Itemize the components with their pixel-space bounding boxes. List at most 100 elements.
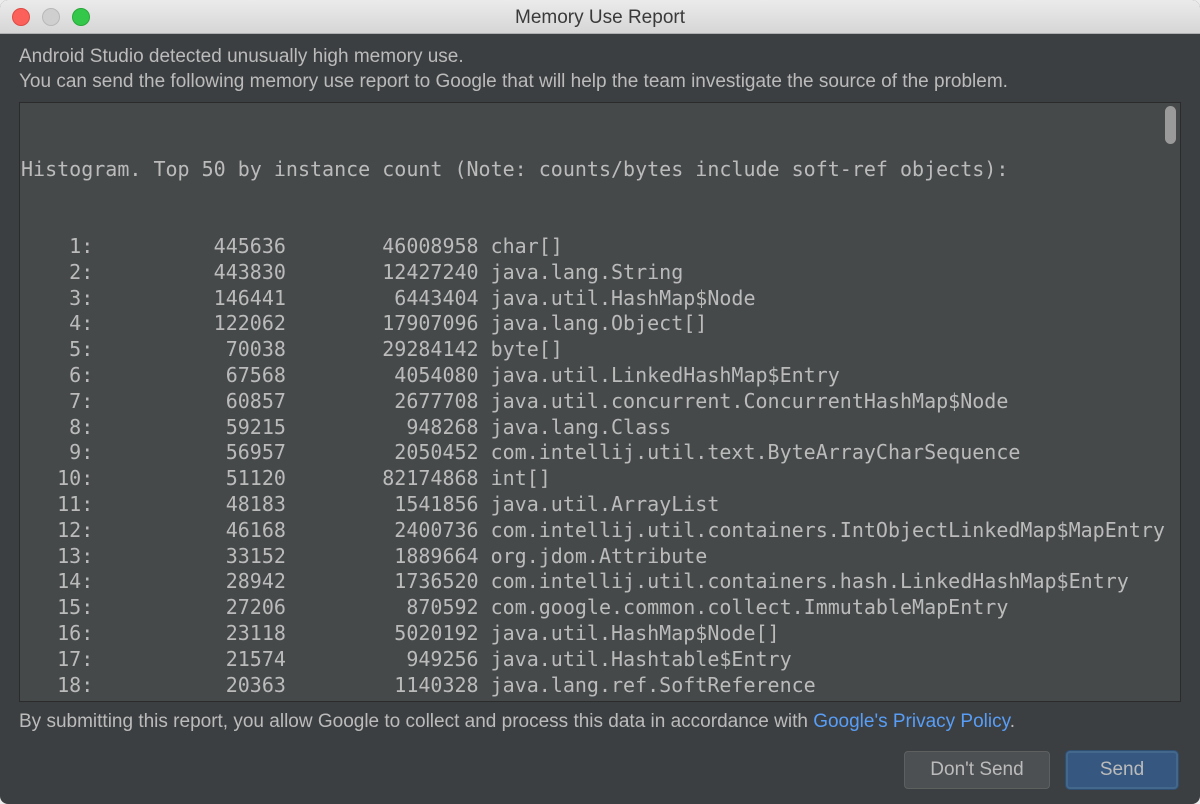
row-index: 17: (21, 647, 93, 671)
byte-count: 1541856 (286, 492, 479, 516)
byte-count: 17907096 (286, 311, 479, 335)
row-index: 6: (21, 363, 93, 387)
byte-count: 949256 (286, 647, 479, 671)
histogram-row: 10: 51120 82174868 int[] (21, 466, 1180, 492)
class-name: com.google.common.collect.ImmutableMapEn… (479, 595, 1009, 619)
histogram-row: 17: 21574 949256 java.util.Hashtable$Ent… (21, 647, 1180, 673)
histogram-row: 18: 20363 1140328 java.lang.ref.SoftRefe… (21, 673, 1180, 699)
class-name: int[] (479, 466, 551, 490)
window-title: Memory Use Report (0, 7, 1200, 29)
send-button[interactable]: Send (1066, 751, 1178, 789)
dont-send-button[interactable]: Don't Send (904, 751, 1050, 789)
class-name: org.jdom.Attribute (479, 544, 708, 568)
class-name: java.lang.ref.SoftReference (479, 673, 816, 697)
instance-count: 20323 (93, 698, 286, 702)
report-header: Histogram. Top 50 by instance count (Not… (21, 157, 1180, 183)
class-name: java.lang.Class[] (479, 698, 696, 702)
row-index: 9: (21, 440, 93, 464)
row-index: 16: (21, 621, 93, 645)
instance-count: 70038 (93, 337, 286, 361)
row-index: 2: (21, 260, 93, 284)
instance-count: 56957 (93, 440, 286, 464)
row-index: 7: (21, 389, 93, 413)
instance-count: 67568 (93, 363, 286, 387)
histogram-row: 11: 48183 1541856 java.util.ArrayList (21, 492, 1180, 518)
histogram-row: 15: 27206 870592 com.google.common.colle… (21, 595, 1180, 621)
report-content: Histogram. Top 50 by instance count (Not… (20, 103, 1180, 702)
class-name: java.util.HashMap$Node[] (479, 621, 780, 645)
byte-count: 578560 (286, 698, 479, 702)
byte-count: 870592 (286, 595, 479, 619)
class-name: java.util.Hashtable$Entry (479, 647, 792, 671)
instance-count: 59215 (93, 415, 286, 439)
byte-count: 948268 (286, 415, 479, 439)
byte-count: 2400736 (286, 518, 479, 542)
row-index: 14: (21, 569, 93, 593)
histogram-row: 6: 67568 4054080 java.util.LinkedHashMap… (21, 363, 1180, 389)
byte-count: 1736520 (286, 569, 479, 593)
row-index: 13: (21, 544, 93, 568)
byte-count: 46008958 (286, 234, 479, 258)
histogram-row: 8: 59215 948268 java.lang.Class (21, 415, 1180, 441)
row-index: 3: (21, 286, 93, 310)
title-bar: Memory Use Report (0, 0, 1200, 34)
class-name: com.intellij.util.containers.hash.Linked… (479, 569, 1129, 593)
instance-count: 23118 (93, 621, 286, 645)
histogram-row: 19: 20323 578560 java.lang.Class[] (21, 698, 1180, 702)
row-index: 15: (21, 595, 93, 619)
instance-count: 33152 (93, 544, 286, 568)
class-name: java.util.ArrayList (479, 492, 720, 516)
histogram-row: 13: 33152 1889664 org.jdom.Attribute (21, 544, 1180, 570)
class-name: com.intellij.util.containers.IntObjectLi… (479, 518, 1165, 542)
histogram-row: 16: 23118 5020192 java.util.HashMap$Node… (21, 621, 1180, 647)
byte-count: 1889664 (286, 544, 479, 568)
class-name: char[] (479, 234, 563, 258)
byte-count: 82174868 (286, 466, 479, 490)
row-index: 18: (21, 673, 93, 697)
byte-count: 6443404 (286, 286, 479, 310)
class-name: java.lang.Object[] (479, 311, 708, 335)
instance-count: 445636 (93, 234, 286, 258)
scrollbar-thumb[interactable] (1165, 106, 1176, 144)
byte-count: 4054080 (286, 363, 479, 387)
instance-count: 20363 (93, 673, 286, 697)
byte-count: 2677708 (286, 389, 479, 413)
row-index: 11: (21, 492, 93, 516)
class-name: java.util.HashMap$Node (479, 286, 756, 310)
message-line-1: Android Studio detected unusually high m… (19, 46, 464, 68)
class-name: java.util.LinkedHashMap$Entry (479, 363, 840, 387)
instance-count: 48183 (93, 492, 286, 516)
instance-count: 443830 (93, 260, 286, 284)
row-index: 19: (21, 698, 93, 702)
privacy-policy-link[interactable]: Google's Privacy Policy (813, 711, 1010, 732)
consent-text-end: . (1010, 711, 1015, 732)
class-name: com.intellij.util.text.ByteArrayCharSequ… (479, 440, 1021, 464)
byte-count: 12427240 (286, 260, 479, 284)
instance-count: 28942 (93, 569, 286, 593)
row-index: 12: (21, 518, 93, 542)
class-name: java.util.concurrent.ConcurrentHashMap$N… (479, 389, 1009, 413)
histogram-row: 2: 443830 12427240 java.lang.String (21, 260, 1180, 286)
histogram-row: 5: 70038 29284142 byte[] (21, 337, 1180, 363)
row-index: 8: (21, 415, 93, 439)
byte-count: 5020192 (286, 621, 479, 645)
byte-count: 2050452 (286, 440, 479, 464)
byte-count: 29284142 (286, 337, 479, 361)
row-index: 1: (21, 234, 93, 258)
histogram-row: 9: 56957 2050452 com.intellij.util.text.… (21, 440, 1180, 466)
class-name: java.lang.String (479, 260, 684, 284)
histogram-row: 14: 28942 1736520 com.intellij.util.cont… (21, 569, 1180, 595)
consent-text: By submitting this report, you allow Goo… (19, 711, 1015, 733)
row-index: 5: (21, 337, 93, 361)
histogram-row: 3: 146441 6443404 java.util.HashMap$Node (21, 286, 1180, 312)
consent-text-body: By submitting this report, you allow Goo… (19, 711, 813, 732)
row-index: 10: (21, 466, 93, 490)
memory-report-dialog: Memory Use Report Android Studio detecte… (0, 0, 1200, 804)
histogram-row: 4: 122062 17907096 java.lang.Object[] (21, 311, 1180, 337)
instance-count: 122062 (93, 311, 286, 335)
report-text-area[interactable]: Histogram. Top 50 by instance count (Not… (19, 102, 1181, 702)
instance-count: 146441 (93, 286, 286, 310)
instance-count: 27206 (93, 595, 286, 619)
class-name: byte[] (479, 337, 563, 361)
histogram-row: 7: 60857 2677708 java.util.concurrent.Co… (21, 389, 1180, 415)
